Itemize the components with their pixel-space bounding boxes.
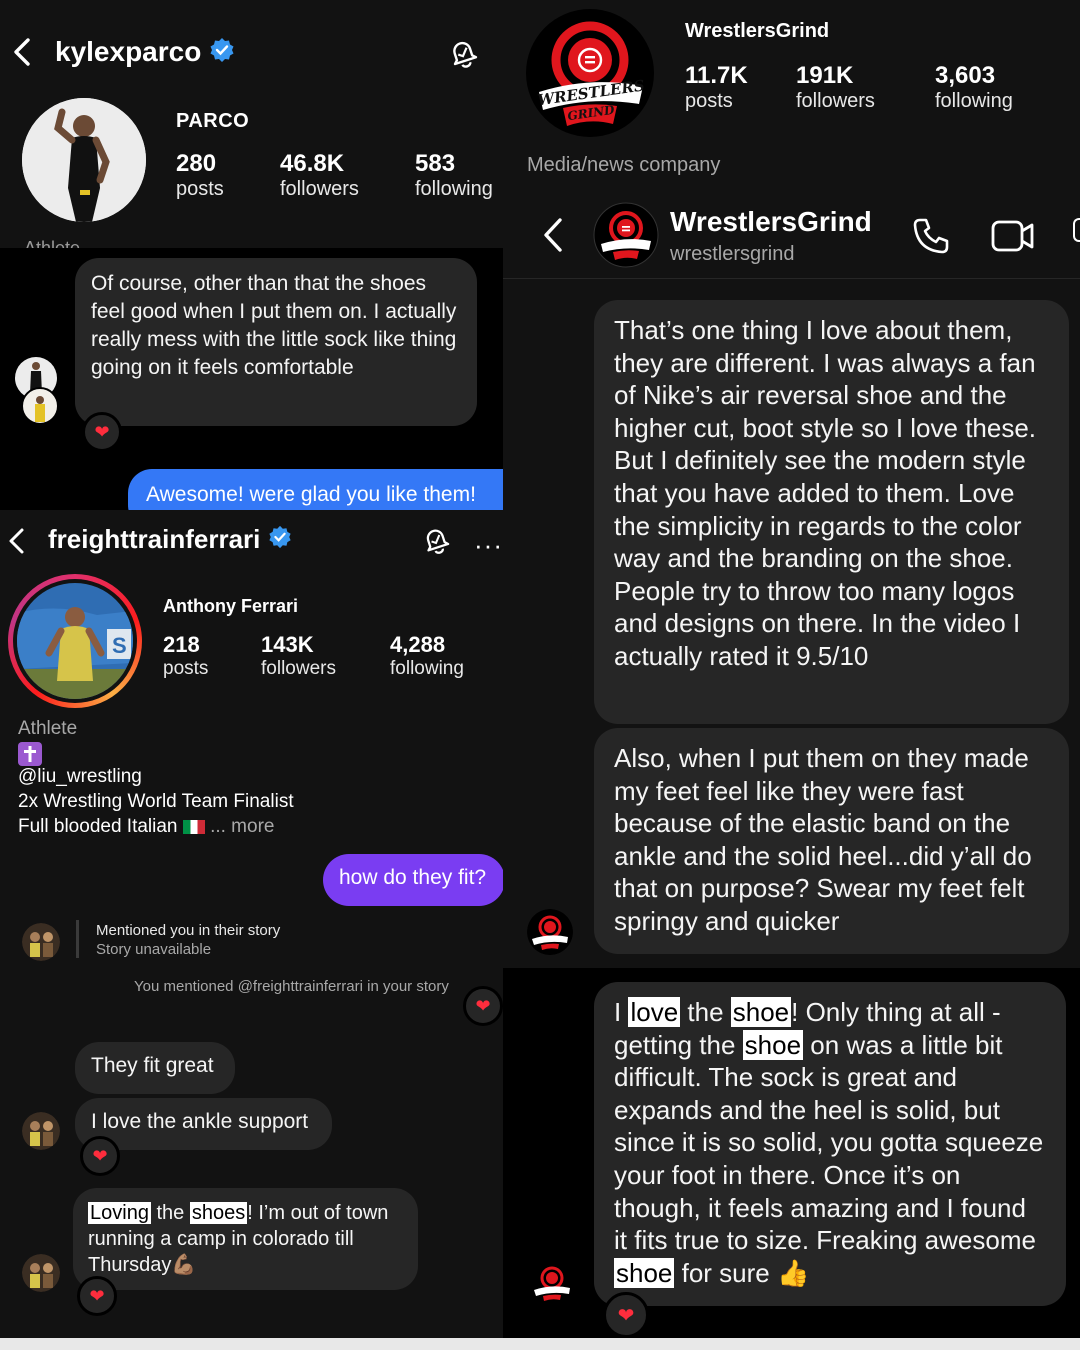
notification-bell-icon[interactable] [420,524,452,561]
back-chevron-icon[interactable] [6,526,28,561]
back-chevron-icon[interactable] [10,36,34,73]
highlighted-word: shoes [189,1202,248,1224]
highlighted-word: shoe [742,1029,804,1060]
more-options-icon[interactable]: ··· [474,530,503,561]
stat-followers[interactable]: 143K followers [261,632,390,680]
heart-reaction[interactable]: ❤ [603,1292,649,1338]
heart-icon: ❤ [89,1285,105,1306]
story-mention-title[interactable]: Mentioned you in their story [96,922,280,939]
stat-posts[interactable]: 218 posts [163,632,261,680]
italy-flag-icon [182,819,205,834]
sent-message[interactable]: Awesome! were glad you like them! [128,469,533,510]
received-message[interactable]: They fit great [75,1042,235,1094]
received-message[interactable]: That’s one thing I love about them, they… [594,300,1069,724]
story-mention-status: Story unavailable [96,941,212,958]
mention-note: You mentioned @freighttrainferrari in yo… [134,978,449,995]
received-message[interactable]: Loving the shoes! I’m out of town runnin… [73,1188,418,1290]
bio-line: 2x Wrestling World Team Finalist [18,791,294,812]
highlighted-word: Loving [88,1202,151,1224]
profile-display-name: Anthony Ferrari [163,596,299,616]
profile-username: freighttrainferrari [48,524,261,554]
profile-stats: 218 posts 143K followers 4,288 following [163,632,490,680]
sender-avatar[interactable] [22,1254,60,1292]
anthony-profile-chat-panel: freighttrainferrari ··· S Anthony Ferrar… [0,510,503,1338]
heart-icon: ❤ [92,1145,108,1166]
sender-avatar[interactable] [527,909,573,955]
verified-badge-icon [268,525,292,554]
header-divider [503,278,1080,279]
profile-username: kylexparco [55,36,202,67]
heart-reaction[interactable]: ❤ [80,1136,120,1176]
stat-following[interactable]: 583 following [415,150,503,201]
wg-profile-name: WrestlersGrind [685,20,830,42]
sent-message[interactable]: how do they fit? [323,854,503,906]
sender-avatar[interactable] [14,356,60,426]
bio-line: Full blooded Italian [18,816,178,837]
heart-icon: ❤ [475,995,491,1016]
wg-stat-followers[interactable]: 191K followers [796,62,935,113]
highlighted-word: shoe [614,1257,675,1288]
sender-avatar[interactable] [22,1112,60,1150]
received-message[interactable]: I love the shoe! Only thing at all - get… [594,982,1066,1306]
bio-link[interactable]: @liu_wrestling [18,766,142,788]
verified-badge-icon [209,37,235,68]
received-message[interactable]: Of course, other than that the shoes fee… [75,258,477,426]
wg-profile-stats: 11.7K posts 191K followers 3,603 following [685,62,1045,113]
cross-icon [18,742,42,766]
heart-reaction[interactable]: ❤ [463,986,503,1026]
sender-avatar[interactable] [22,923,60,961]
wg-stat-following[interactable]: 3,603 following [935,62,1045,113]
stat-followers[interactable]: 46.8K followers [280,150,415,201]
wg-profile-category: Media/news company [527,154,721,176]
profile-stats: 280 posts 46.8K followers 583 following [176,150,503,201]
stat-posts[interactable]: 280 posts [176,150,280,201]
profile-category: Athlete [18,718,78,739]
received-message[interactable]: Also, when I put them on they made my fe… [594,728,1069,954]
thumbs-up-emoji: 👍 [776,1257,810,1288]
highlighted-word: love [628,997,681,1027]
chat-header-avatar[interactable] [593,202,659,268]
story-mention-divider [76,920,79,958]
svg-text:S: S [112,633,127,658]
wg-profile-avatar[interactable]: WRESTLERS GRIND [525,8,655,138]
more-options-icon-cut[interactable] [1073,218,1080,242]
highlighted-word: shoe [730,997,792,1027]
bottom-strip [0,1338,1080,1350]
flexed-biceps-emoji: 💪🏽 [171,1254,197,1276]
profile-avatar-story-ring[interactable]: S [8,574,142,708]
video-call-icon[interactable] [991,218,1035,259]
more-link[interactable]: ... more [210,816,274,837]
profile-category-cut: Athlete [24,238,81,248]
wg-chat-panel-2: I love the shoe! Only thing at all - get… [503,968,1080,1338]
profile-display-name: PARCO [176,110,250,132]
chat-header-name[interactable]: WrestlersGrind [670,206,872,238]
kyle-chat-panel: Of course, other than that the shoes fee… [0,248,535,510]
profile-avatar[interactable] [22,98,146,222]
wg-chat-panel: WrestlersGrind wrestlersgrind That’s one… [503,178,1080,968]
profile-avatar: S [17,583,133,699]
heart-icon: ❤ [94,421,110,442]
sender-avatar[interactable] [529,1260,575,1306]
stat-following[interactable]: 4,288 following [390,632,490,680]
wg-profile-panel: WRESTLERS GRIND WrestlersGrind 11.7K post… [503,0,1080,178]
chat-back-chevron-icon[interactable] [541,216,565,259]
notification-bell-icon[interactable] [446,36,480,75]
heart-icon: ❤ [617,1304,635,1327]
phone-call-icon[interactable] [911,216,951,261]
wg-stat-posts[interactable]: 11.7K posts [685,62,796,113]
chat-header-handle: wrestlersgrind [670,243,795,265]
heart-reaction[interactable]: ❤ [82,412,122,452]
heart-reaction[interactable]: ❤ [77,1276,117,1316]
kyle-profile-panel: kylexparco PARCO 280 posts 46.8K followers… [0,0,503,248]
